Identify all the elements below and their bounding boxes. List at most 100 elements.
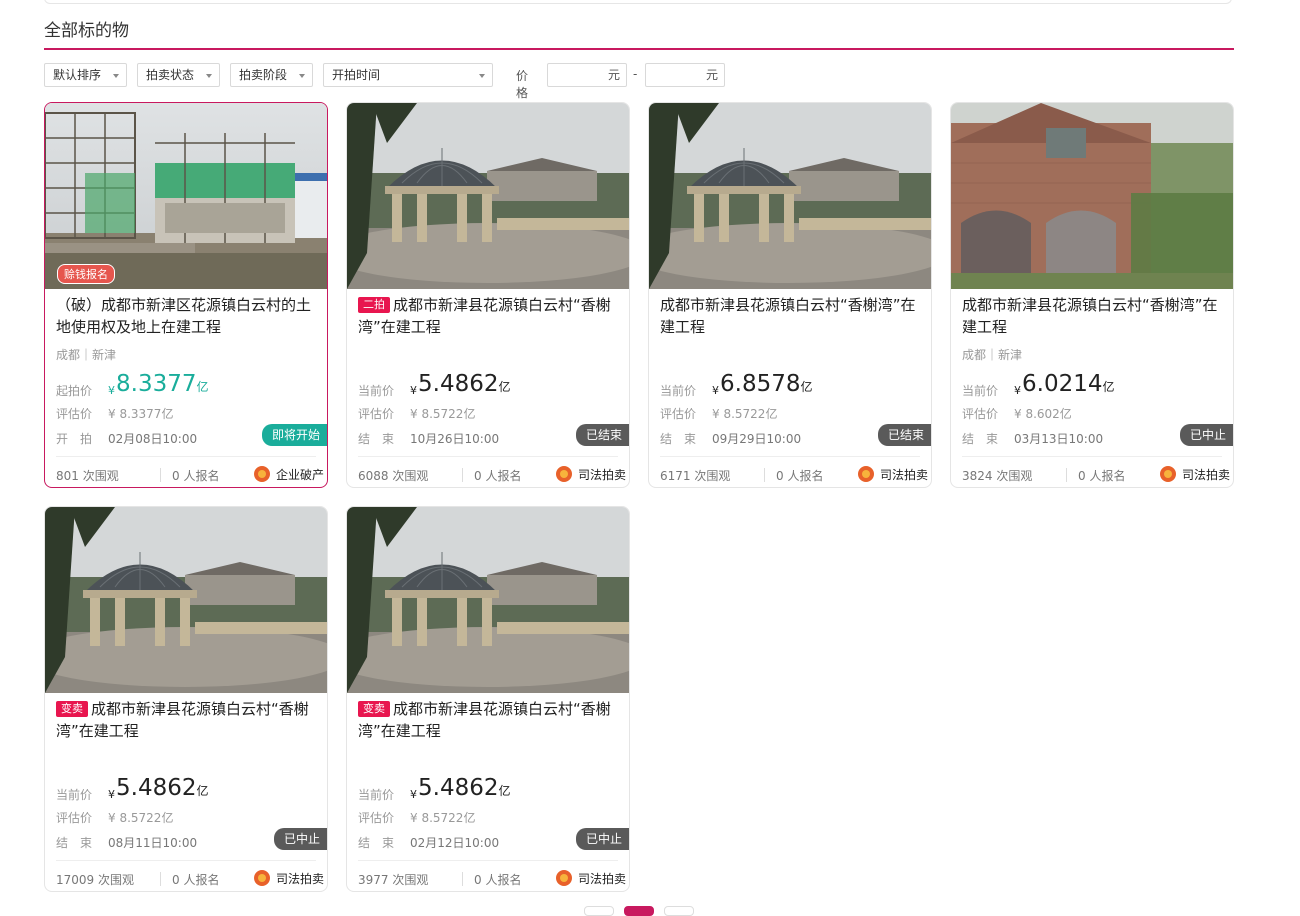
auction-card[interactable]: 成都市新津县花源镇白云村“香榭湾”在建工程 成都｜新津 当前价 ¥ 6.0214… — [950, 102, 1234, 488]
view-count: 801 次围观 — [56, 469, 119, 483]
card-title-text: （破）成都市新津区花源镇白云村的土地使用权及地上在建工程 — [56, 296, 312, 336]
evaluation-row: 评估价 ¥ 8.5722亿 — [358, 809, 475, 826]
time-value: 09月29日10:00 — [712, 432, 802, 446]
start-time-label: 开拍时间 — [332, 68, 381, 82]
card-stats: 17009 次围观 0 人报名 司法拍卖 — [56, 870, 324, 887]
time-value: 08月11日10:00 — [108, 836, 198, 850]
card-title[interactable]: （破）成都市新津区花源镇白云村的土地使用权及地上在建工程 — [56, 294, 318, 338]
time-value: 03月13日10:00 — [1014, 432, 1104, 446]
auction-type: 司法拍卖 — [1160, 466, 1230, 483]
evaluation-row: 评估价 ¥ 8.602亿 — [962, 405, 1072, 422]
price-label: 价格 — [516, 69, 529, 100]
card-title[interactable]: 二拍 成都市新津县花源镇白云村“香榭湾”在建工程 — [358, 294, 620, 338]
chevron-down-icon — [479, 74, 485, 78]
card-title[interactable]: 成都市新津县花源镇白云村“香榭湾”在建工程 — [962, 294, 1224, 338]
auction-card[interactable]: 二拍 成都市新津县花源镇白云村“香榭湾”在建工程 当前价 ¥ 5.4862亿 评估… — [346, 102, 630, 488]
auction-status-select[interactable]: 拍卖状态 — [137, 63, 220, 87]
auction-card[interactable]: 变卖 成都市新津县花源镇白云村“香榭湾”在建工程 当前价 ¥ 5.4862亿 评估… — [346, 506, 630, 892]
evaluation-value: ¥ 8.5722亿 — [712, 407, 778, 421]
currency-symbol: ¥ — [712, 384, 719, 397]
status-badge: 已结束 — [575, 424, 629, 446]
price-max-input[interactable]: 元 — [645, 63, 725, 87]
time-value: 02月08日10:00 — [108, 432, 198, 446]
evaluation-row: 评估价 ¥ 8.5722亿 — [56, 809, 173, 826]
auction-card[interactable]: 赊钱报名 （破）成都市新津区花源镇白云村的土地使用权及地上在建工程 成都｜新津 … — [44, 102, 328, 488]
evaluation-label: 评估价 — [358, 811, 395, 825]
price-type-label: 当前价 — [660, 384, 697, 398]
price-type-label: 当前价 — [962, 384, 999, 398]
auction-type: 企业破产 — [254, 466, 324, 483]
price-type-label: 起拍价 — [56, 384, 93, 398]
price-value: 6.8578亿 — [720, 371, 813, 397]
card-title[interactable]: 变卖 成都市新津县花源镇白云村“香榭湾”在建工程 — [56, 698, 318, 742]
signup-count: 0 人报名 — [172, 469, 220, 483]
card-divider — [358, 456, 618, 457]
auction-type: 司法拍卖 — [858, 466, 928, 483]
pagination-prev[interactable] — [584, 906, 614, 916]
signup-count: 0 人报名 — [1078, 469, 1126, 483]
time-value: 02月12日10:00 — [410, 836, 500, 850]
property-photo-gazebo — [649, 103, 931, 289]
card-title[interactable]: 变卖 成都市新津县花源镇白云村“香榭湾”在建工程 — [358, 698, 620, 742]
sort-select[interactable]: 默认排序 — [44, 63, 127, 87]
pagination-current-page[interactable] — [624, 906, 654, 916]
pre-signup-badge: 赊钱报名 — [57, 264, 115, 284]
evaluation-value: ¥ 8.5722亿 — [108, 811, 174, 825]
currency-symbol: ¥ — [410, 788, 417, 801]
price-unit: 亿 — [196, 380, 209, 394]
court-seal-icon — [556, 870, 572, 886]
property-photo-gazebo — [45, 507, 327, 693]
stats-separator — [462, 872, 463, 886]
evaluation-value: ¥ 8.602亿 — [1014, 407, 1072, 421]
card-location: 成都｜新津 — [962, 348, 1023, 362]
auction-round-tag: 变卖 — [56, 701, 88, 717]
pagination-next[interactable] — [664, 906, 694, 916]
card-location: 成都｜新津 — [56, 348, 117, 362]
price-type-label: 当前价 — [358, 384, 395, 398]
price-value: 6.0214亿 — [1022, 371, 1115, 397]
card-title[interactable]: 成都市新津县花源镇白云村“香榭湾”在建工程 — [660, 294, 922, 338]
price-unit: 亿 — [498, 784, 511, 798]
auction-card[interactable]: 成都市新津县花源镇白云村“香榭湾”在建工程 当前价 ¥ 6.8578亿 评估价 … — [648, 102, 932, 488]
signup-count: 0 人报名 — [776, 469, 824, 483]
currency-symbol: ¥ — [1014, 384, 1021, 397]
price-unit: 亿 — [498, 380, 511, 394]
evaluation-row: 评估价 ¥ 8.5722亿 — [660, 405, 777, 422]
auction-stage-select[interactable]: 拍卖阶段 — [230, 63, 313, 87]
evaluation-row: 评估价 ¥ 8.3377亿 — [56, 405, 173, 422]
time-label: 结 束 — [56, 836, 93, 850]
price-value: 5.4862亿 — [116, 775, 209, 801]
price-min-unit: 元 — [607, 68, 620, 82]
currency-symbol: ¥ — [410, 384, 417, 397]
chevron-down-icon — [113, 74, 119, 78]
currency-symbol: ¥ — [108, 788, 115, 801]
evaluation-label: 评估价 — [56, 811, 93, 825]
evaluation-value: ¥ 8.5722亿 — [410, 811, 476, 825]
court-seal-icon — [1160, 466, 1176, 482]
card-title-text: 成都市新津县花源镇白云村“香榭湾”在建工程 — [660, 296, 916, 336]
chevron-down-icon — [206, 74, 212, 78]
card-stats: 801 次围观 0 人报名 企业破产 — [56, 466, 324, 483]
card-stats: 6171 次围观 0 人报名 司法拍卖 — [660, 466, 928, 483]
card-stats: 3977 次围观 0 人报名 司法拍卖 — [358, 870, 626, 887]
card-title-text: 成都市新津县花源镇白云村“香榭湾”在建工程 — [56, 700, 309, 740]
time-label: 结 束 — [962, 432, 999, 446]
start-time-select[interactable]: 开拍时间 — [323, 63, 493, 87]
chevron-down-icon — [299, 74, 305, 78]
card-divider — [962, 456, 1222, 457]
status-badge: 已中止 — [1179, 424, 1233, 446]
price-min-input[interactable]: 元 — [547, 63, 627, 87]
section-title: 全部标的物 — [44, 21, 129, 41]
time-label: 结 束 — [660, 432, 697, 446]
stats-separator — [764, 468, 765, 482]
court-seal-icon — [556, 466, 572, 482]
status-badge: 已中止 — [273, 828, 327, 850]
view-count: 3977 次围观 — [358, 873, 429, 887]
auction-round-tag: 变卖 — [358, 701, 390, 717]
card-title-text: 成都市新津县花源镇白云村“香榭湾”在建工程 — [962, 296, 1218, 336]
evaluation-label: 评估价 — [56, 407, 93, 421]
auction-card[interactable]: 变卖 成都市新津县花源镇白云村“香榭湾”在建工程 当前价 ¥ 5.4862亿 评估… — [44, 506, 328, 892]
stats-separator — [160, 872, 161, 886]
sort-select-label: 默认排序 — [53, 68, 102, 82]
card-title-text: 成都市新津县花源镇白云村“香榭湾”在建工程 — [358, 700, 611, 740]
